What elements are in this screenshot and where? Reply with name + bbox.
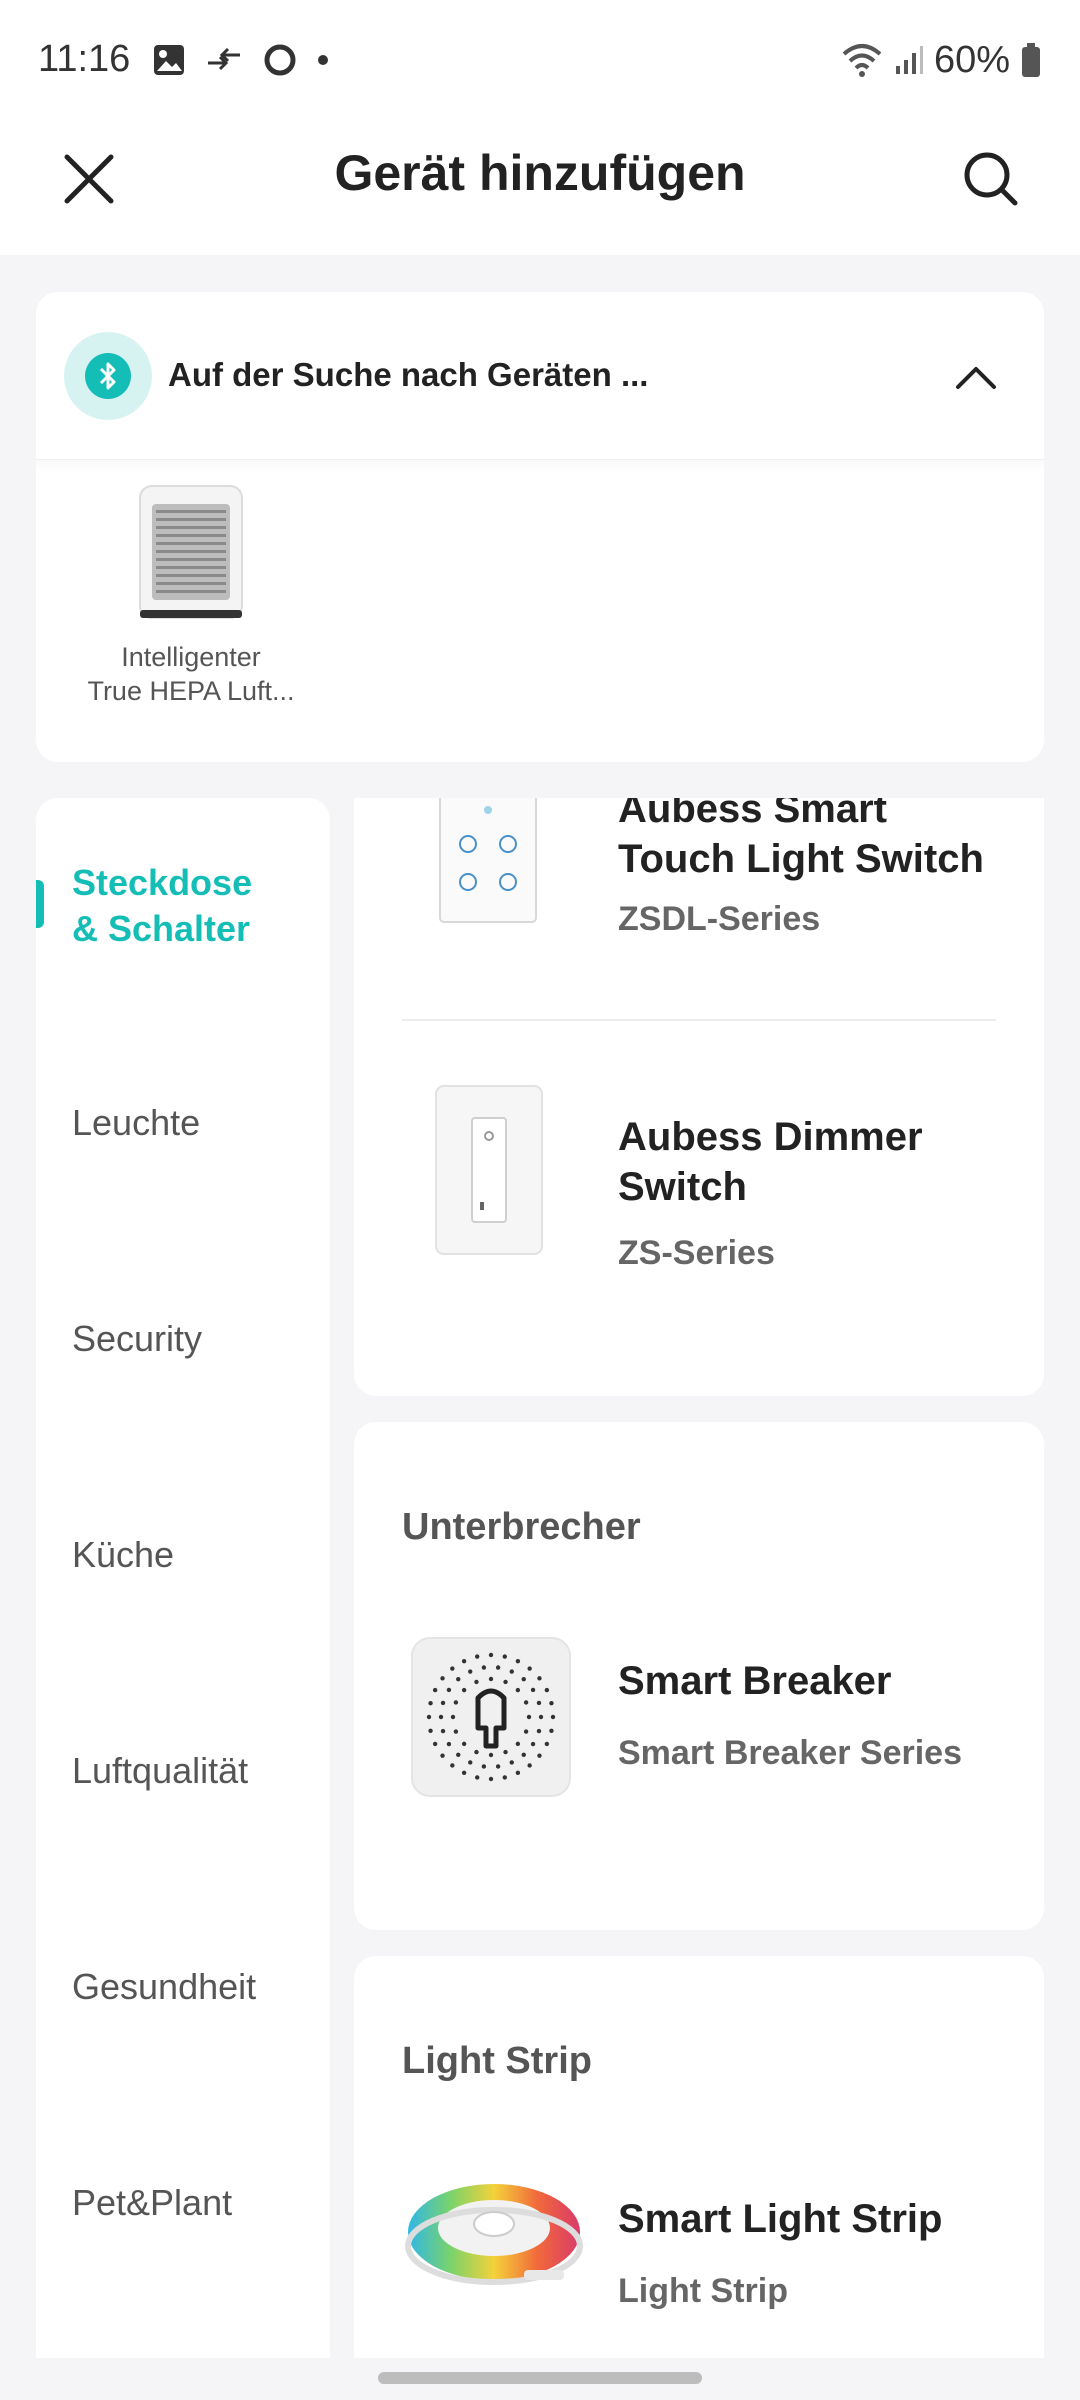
sidebar-item-pet-plant[interactable]: Pet&Plant bbox=[72, 2180, 232, 2226]
breaker-category-card: Unterbrecher Smart Breaker Smart Breaker… bbox=[354, 1422, 1044, 1930]
dot-icon bbox=[318, 55, 328, 65]
search-button[interactable] bbox=[954, 142, 1028, 216]
sync-circle-icon bbox=[264, 44, 296, 76]
device-name: Smart Light Strip bbox=[618, 2197, 943, 2241]
touch-switch-image bbox=[439, 798, 537, 923]
battery-percent: 60% bbox=[933, 38, 1010, 81]
device-scan-card: Auf der Suche nach Geräten ... Intellige… bbox=[36, 292, 1044, 762]
sidebar-item-luftqualitaet[interactable]: Luftqualität bbox=[72, 1748, 248, 1794]
home-indicator[interactable] bbox=[378, 2372, 702, 2384]
switch-category-card: Aubess Smart Touch Light Switch ZSDL-Ser… bbox=[354, 798, 1044, 1396]
section-title: Unterbrecher bbox=[402, 1506, 641, 1548]
smart-breaker-image bbox=[411, 1637, 571, 1797]
active-category-indicator bbox=[36, 880, 44, 928]
status-time: 11:16 bbox=[38, 38, 131, 80]
light-strip-category-card: Light Strip Smart Light Strip Light Stri… bbox=[354, 1956, 1044, 2358]
device-name-line2: Touch Light Switch bbox=[618, 837, 984, 881]
device-name-line1: Aubess Smart bbox=[618, 798, 887, 831]
device-name-line1: Aubess Dimmer bbox=[618, 1115, 923, 1159]
page-title: Gerät hinzufügen bbox=[334, 145, 746, 201]
category-sidebar: Steckdose & Schalter Leuchte Security Kü… bbox=[36, 798, 330, 2358]
dimmer-switch-image bbox=[435, 1085, 543, 1255]
device-name-line2: Switch bbox=[618, 1165, 747, 1209]
device-name: Smart Breaker bbox=[618, 1659, 892, 1703]
gallery-icon bbox=[154, 45, 184, 75]
sidebar-item-leuchte[interactable]: Leuchte bbox=[72, 1100, 200, 1146]
scan-status-text: Auf der Suche nach Geräten ... bbox=[168, 356, 649, 393]
status-system-icons: 60% bbox=[840, 38, 1042, 82]
device-series: ZSDL-Series bbox=[618, 900, 821, 938]
sidebar-item-kueche[interactable]: Küche bbox=[72, 1532, 174, 1578]
list-item[interactable]: Smart Light Strip Light Strip bbox=[354, 2170, 1044, 2350]
data-transfer-icon bbox=[208, 47, 240, 71]
divider bbox=[402, 1019, 996, 1021]
found-device-label-line1: Intelligenter bbox=[121, 642, 261, 672]
sidebar-item-gesundheit[interactable]: Gesundheit bbox=[72, 1964, 256, 2010]
sidebar-item-steckdose-schalter[interactable]: Steckdose & Schalter bbox=[72, 860, 252, 952]
device-list: Aubess Smart Touch Light Switch ZSDL-Ser… bbox=[354, 798, 1044, 2358]
device-name: Aubess Smart Touch Light Switch bbox=[618, 798, 1018, 884]
sidebar-item-label-line2: & Schalter bbox=[72, 908, 251, 949]
chevron-up-icon bbox=[956, 367, 996, 389]
list-item[interactable]: Smart Breaker Smart Breaker Series bbox=[354, 1632, 1044, 1812]
collapse-button[interactable] bbox=[948, 348, 1004, 404]
device-name: Aubess Dimmer Switch bbox=[618, 1112, 1018, 1212]
sidebar-item-label-line1: Steckdose bbox=[72, 862, 253, 903]
signal-icon bbox=[895, 46, 923, 74]
status-notification-icons bbox=[152, 40, 330, 80]
battery-icon bbox=[1022, 43, 1040, 77]
app-header: Gerät hinzufügen bbox=[0, 120, 1080, 255]
list-item[interactable]: Aubess Dimmer Switch ZS-Series bbox=[354, 1048, 1044, 1328]
found-device-label-line2: True HEPA Luft... bbox=[87, 675, 295, 706]
air-purifier-image bbox=[139, 485, 243, 619]
search-icon bbox=[964, 152, 1018, 206]
scan-status-bar: Auf der Suche nach Geräten ... bbox=[36, 292, 1044, 460]
bluetooth-icon bbox=[99, 362, 116, 390]
found-device-item[interactable]: Intelligenter True HEPA Luft... bbox=[66, 482, 316, 709]
device-series: Light Strip bbox=[618, 2272, 788, 2310]
list-item[interactable]: Aubess Smart Touch Light Switch ZSDL-Ser… bbox=[354, 798, 1044, 1008]
device-series: ZS-Series bbox=[618, 1234, 775, 1272]
light-strip-image bbox=[405, 2184, 583, 2285]
device-series: Smart Breaker Series bbox=[618, 1734, 963, 1772]
status-bar: 11:16 60% bbox=[0, 0, 1080, 120]
section-title: Light Strip bbox=[402, 2040, 592, 2082]
wifi-icon bbox=[842, 44, 882, 77]
bluetooth-badge bbox=[64, 332, 152, 420]
sidebar-item-security[interactable]: Security bbox=[72, 1316, 202, 1362]
